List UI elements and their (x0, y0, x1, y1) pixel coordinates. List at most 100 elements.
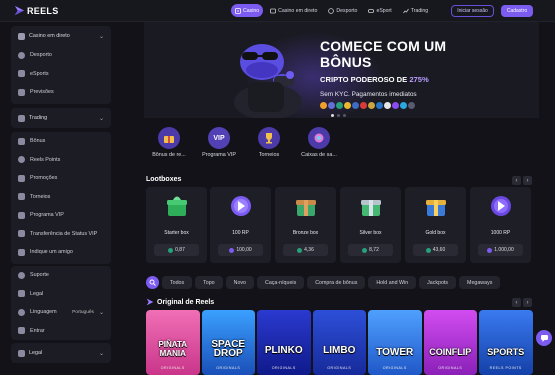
sidebar-item-vip[interactable]: Programa VIP (11, 206, 111, 225)
sidebar-item-previsoes[interactable]: Previsões (11, 83, 111, 102)
game-card-limbo[interactable]: LIMBO ORIGINALS (312, 310, 366, 375)
login-button[interactable]: Iniciar sessão (451, 5, 494, 17)
hero-banner[interactable]: COMECE COM UM BÔNUS CRIPTO PODEROSO DE 2… (144, 22, 539, 118)
nav-label: Casino em direto (278, 7, 318, 14)
lootbox-card-100rp[interactable]: 100 RP 100,00 (210, 187, 271, 263)
sidebar-header-live-casino[interactable]: Casino em direto ⌄ (11, 26, 111, 46)
solana-icon (392, 102, 399, 109)
carousel-dot[interactable] (331, 114, 334, 117)
filter-chip-topo[interactable]: Topo (195, 276, 223, 289)
category-tournaments[interactable]: Torneios (244, 127, 294, 158)
sports-ball-icon (18, 51, 25, 59)
lootbox-price-button[interactable]: 4,36 (283, 244, 328, 256)
filter-chip-novo[interactable]: Novo (225, 276, 255, 289)
sidebar-item-promocoes[interactable]: Promoções (11, 169, 111, 188)
category-bonus[interactable]: Bônus de re... (144, 127, 194, 158)
lootbox-card-1000rp[interactable]: 1000 RP 1.000,00 (470, 187, 531, 263)
lootbox-bronze-image (296, 200, 316, 216)
lootbox-card-starter[interactable]: Starter box 0,87 (146, 187, 207, 263)
hero-subtitle: CRIPTO PODEROSO DE 275% (320, 75, 429, 84)
sidebar-item-legal[interactable]: Legal (11, 285, 111, 304)
lootbox-price: 43,60 (432, 247, 446, 253)
arrow-left-icon[interactable]: ‹ (512, 298, 521, 307)
arrow-right-icon[interactable]: › (523, 298, 532, 307)
lootbox-name: Bronze box (292, 230, 319, 236)
chart-icon (402, 8, 409, 13)
ton-icon (400, 102, 407, 109)
sidebar-item-torneios[interactable]: Torneios (11, 188, 111, 207)
sidebar-item-bonus[interactable]: Bônus (11, 132, 111, 151)
vip-icon: VIP (208, 127, 230, 149)
sidebar-item-entrar[interactable]: Entrar (11, 322, 111, 341)
originals-games-row: PIÑATA MANIA ORIGINALS SPACE DROP ORIGIN… (146, 310, 533, 375)
category-label: Caixas de sa... (301, 152, 337, 158)
nav-casino[interactable]: Casino (231, 4, 264, 17)
filter-chip-hold-and-win[interactable]: Hold and Win (368, 276, 417, 289)
lootbox-price: 1.000,00 (494, 247, 514, 253)
sidebar-item-label: Desporto (30, 52, 52, 59)
filter-chip-jackpots[interactable]: Jackpots (419, 276, 457, 289)
chat-support-button[interactable] (536, 330, 552, 346)
sidebar-item-label: Indique um amigo (30, 249, 73, 256)
lootbox-card-silver[interactable]: Silver box 8,72 (340, 187, 401, 263)
lootbox-price: 8,72 (369, 247, 379, 253)
game-card-tower[interactable]: TOWER ORIGINALS (368, 310, 422, 375)
hero-title: COMECE COM UM BÔNUS (320, 38, 447, 70)
sidebar-header-legal[interactable]: Legal ⌄ (11, 343, 111, 363)
game-card-coinflip[interactable]: COINFLIP ORIGINALS (423, 310, 477, 375)
category-boxes[interactable]: Caixas de sa... (294, 127, 344, 158)
language-selector[interactable]: Linguagem Português ⌄ (11, 303, 111, 322)
sidebar-item-suporte[interactable]: Suporte (11, 266, 111, 285)
sidebar-item-desporto[interactable]: Desporto (11, 46, 111, 65)
nav-sports[interactable]: Desporto (324, 4, 361, 17)
carousel-dot[interactable] (343, 114, 346, 117)
tether-icon (425, 247, 431, 253)
lootbox-name: Starter box (164, 230, 189, 236)
game-subtitle: REELS POINTS (489, 366, 522, 370)
nav-label: eSport (376, 7, 392, 14)
tether-icon (297, 247, 303, 253)
nav-live-casino[interactable]: Casino em direto (266, 4, 321, 17)
globe-icon (18, 308, 25, 316)
carousel-dot[interactable] (337, 114, 340, 117)
game-card-space-drop[interactable]: SPACE DROP ORIGINALS (201, 310, 255, 375)
filter-chip-bonus-buy[interactable]: Compra de bônus (307, 276, 366, 289)
sidebar-item-refer-friend[interactable]: Indique um amigo (11, 243, 111, 262)
sidebar-item-label: Promoções (30, 175, 58, 182)
game-card-pinata-mania[interactable]: PIÑATA MANIA ORIGINALS (146, 310, 200, 375)
search-icon[interactable] (146, 276, 159, 289)
lootbox-name: Silver box (359, 230, 382, 236)
sidebar-header-trading[interactable]: Trading ⌄ (11, 108, 111, 128)
category-vip[interactable]: VIP Programa VIP (194, 127, 244, 158)
document-icon (18, 349, 25, 357)
chart-icon (18, 114, 25, 122)
arrow-left-icon[interactable]: ‹ (512, 176, 521, 185)
logo[interactable]: REELS (14, 5, 59, 16)
game-card-sports[interactable]: SPORTS REELS POINTS (479, 310, 533, 375)
hero-subtitle-prefix: CRIPTO PODEROSO DE (320, 75, 408, 84)
lootbox-starter-image (167, 196, 187, 216)
sidebar-item-reels-points[interactable]: Reels Points (11, 151, 111, 170)
sidebar-item-esports[interactable]: eSports (11, 65, 111, 84)
filter-chip-megaways[interactable]: Megaways (459, 276, 501, 289)
lootbox-price-button[interactable]: 8,72 (348, 244, 393, 256)
lootbox-price-button[interactable]: 0,87 (154, 244, 199, 256)
lootbox-price-button[interactable]: 100,00 (218, 244, 263, 256)
lootbox-price-button[interactable]: 1.000,00 (478, 244, 523, 256)
signup-button[interactable]: Cadastro (501, 5, 533, 17)
lootbox-name: 1000 RP (490, 230, 511, 236)
filter-chip-todos[interactable]: Todos (162, 276, 193, 289)
arrow-right-icon[interactable]: › (523, 176, 532, 185)
game-card-plinko[interactable]: PLINKO ORIGINALS (257, 310, 311, 375)
lootbox-price-button[interactable]: 43,60 (413, 244, 458, 256)
lootbox-price: 4,36 (304, 247, 314, 253)
nav-trading[interactable]: Trading (399, 4, 432, 17)
trophy-icon (258, 127, 280, 149)
game-subtitle: ORIGINALS (160, 366, 185, 370)
sidebar-item-label: Previsões (30, 89, 54, 96)
nav-esport[interactable]: eSport (364, 4, 395, 17)
lootbox-card-bronze[interactable]: Bronze box 4,36 (275, 187, 336, 263)
filter-chip-slots[interactable]: Caça-níqueis (257, 276, 305, 289)
sidebar-item-vip-transfer[interactable]: Transferência de Status VIP (11, 225, 111, 244)
lootbox-card-gold[interactable]: Gold box 43,60 (405, 187, 466, 263)
